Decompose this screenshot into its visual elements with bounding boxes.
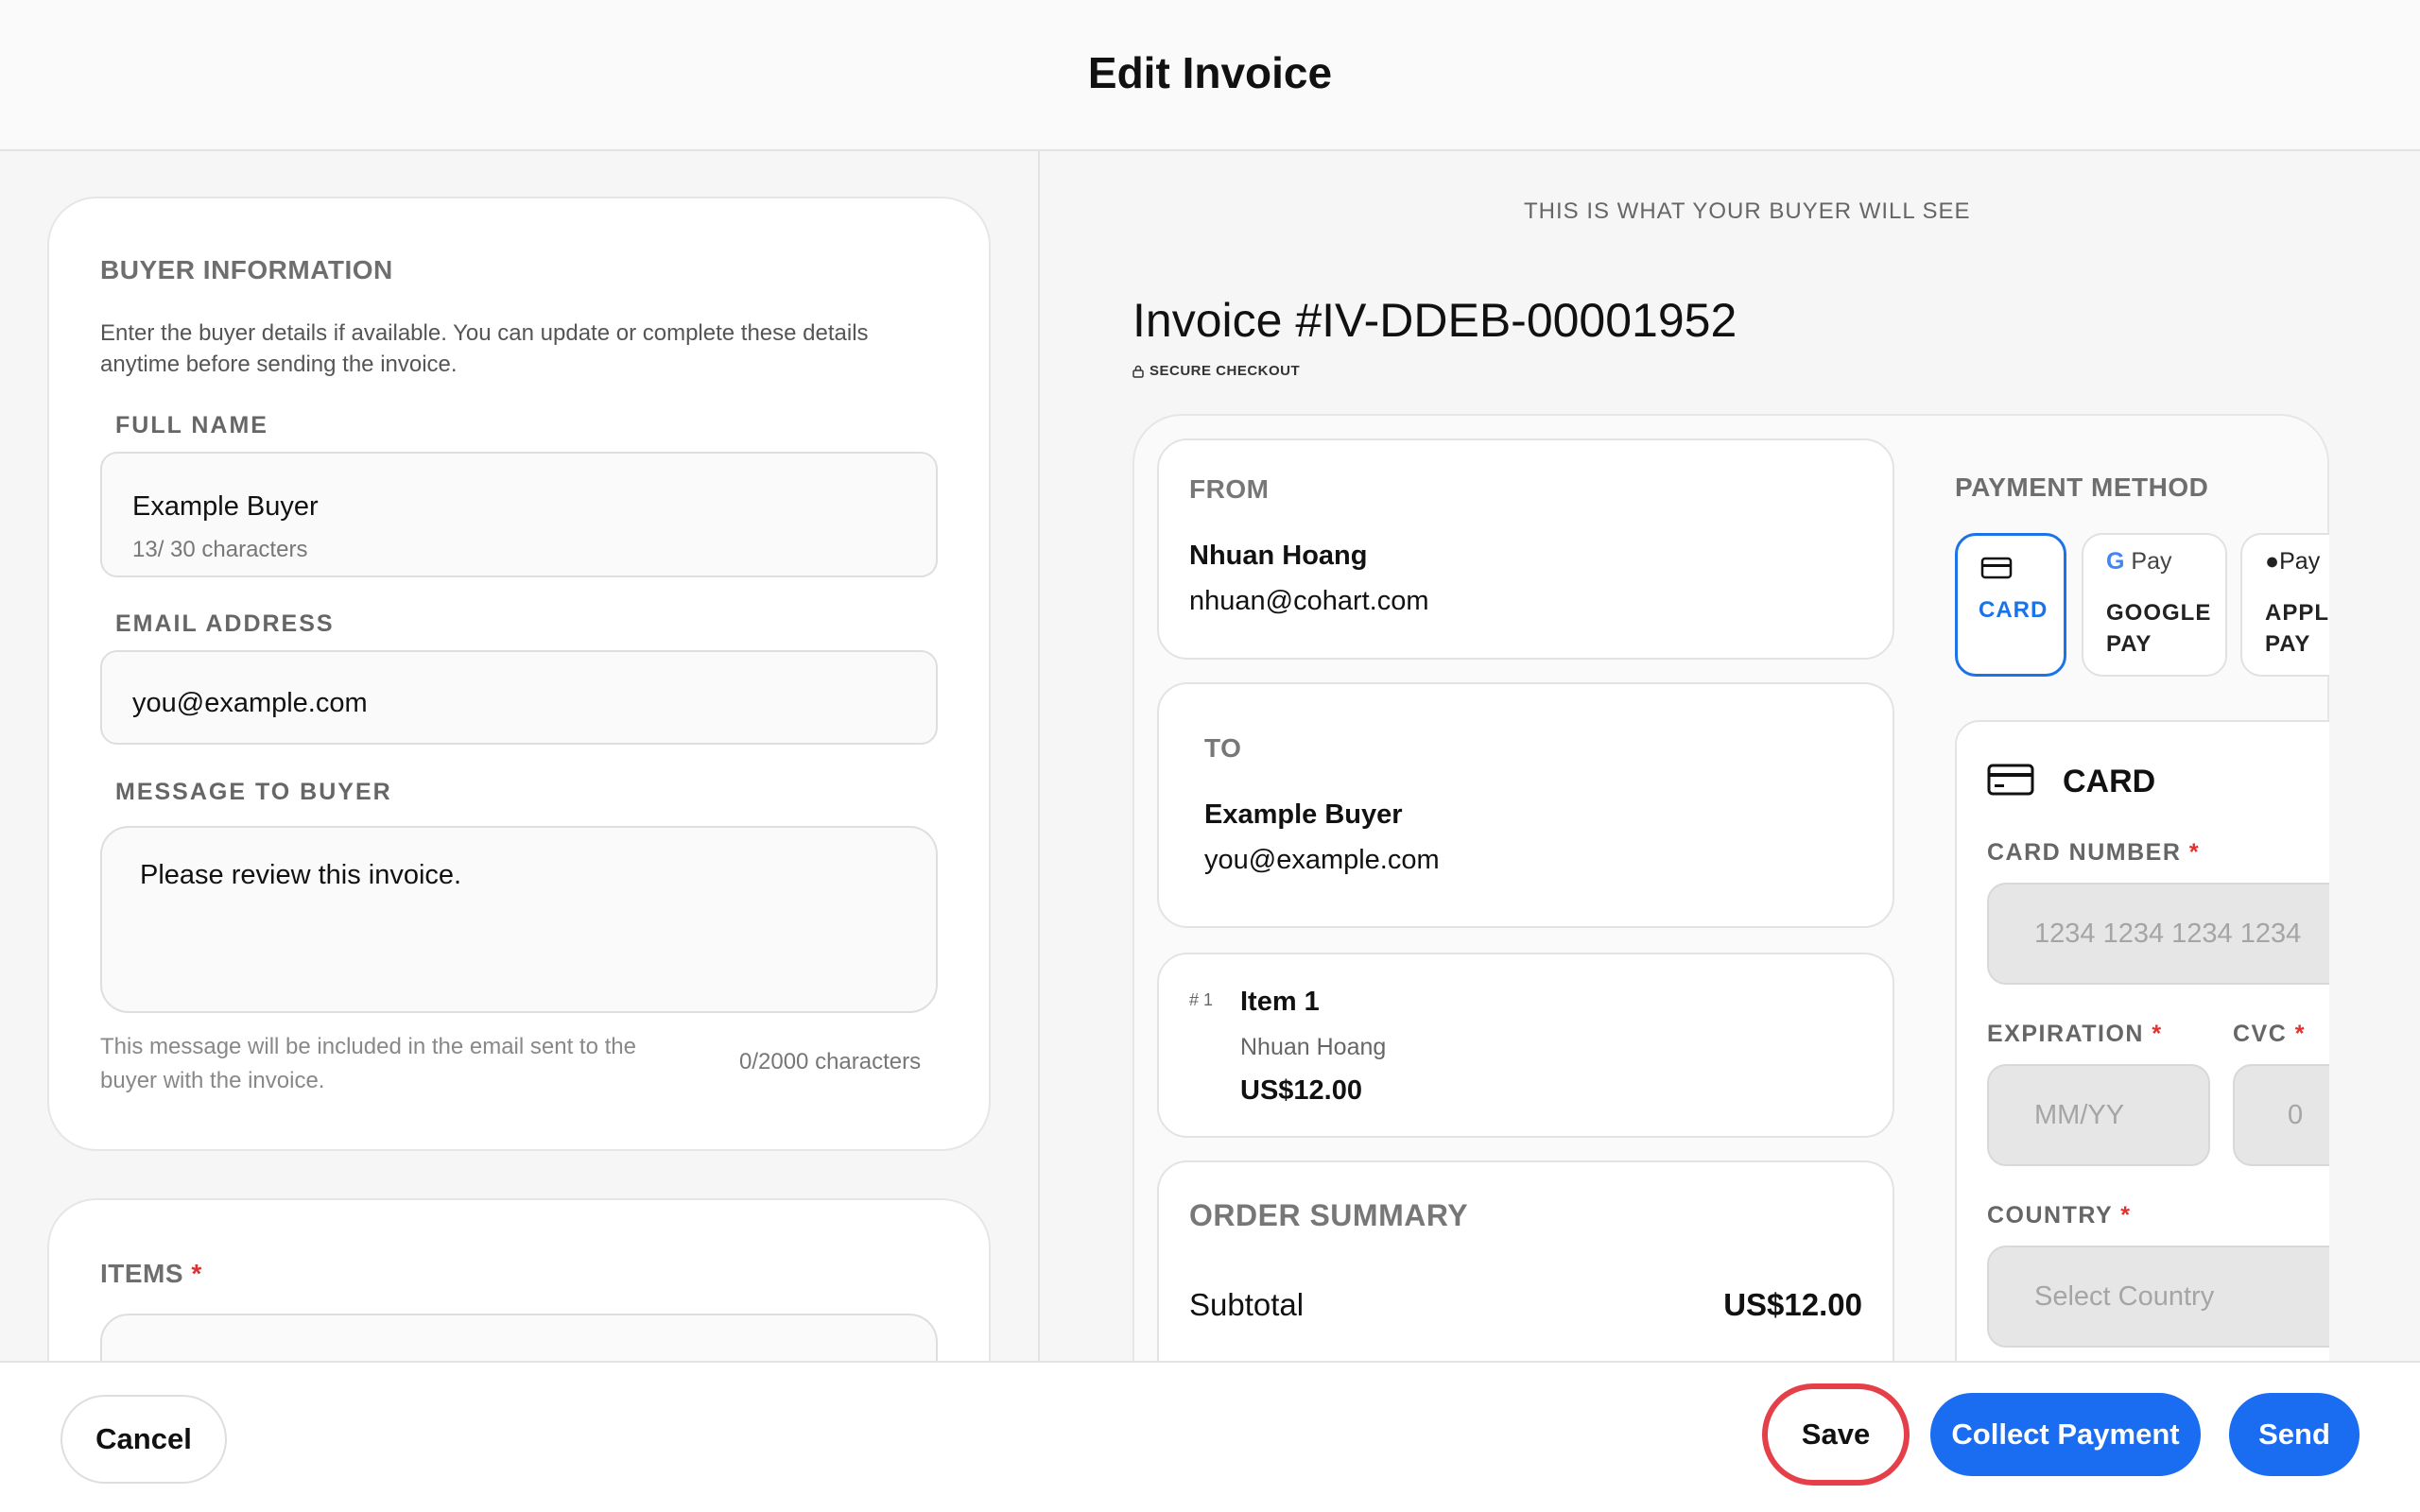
collect-payment-button[interactable]: Collect Payment	[1930, 1393, 2201, 1476]
card-details-box: CARD CARD NUMBER * 1234 1234 1234 1234 E…	[1955, 720, 2329, 1361]
credit-card-icon	[1980, 557, 2013, 579]
from-title: FROM	[1189, 474, 1270, 504]
preview-caption: THIS IS WHAT YOUR BUYER WILL SEE	[1524, 198, 1971, 224]
item-row-input[interactable]	[100, 1314, 938, 1361]
full-name-input[interactable]: Example Buyer 13/ 30 characters	[100, 452, 938, 577]
message-counter: 0/2000 characters	[739, 1049, 922, 1074]
item-price: US$12.00	[1240, 1075, 1362, 1106]
page-title: Edit Invoice	[1087, 48, 1333, 97]
cancel-button[interactable]: Cancel	[60, 1395, 227, 1484]
full-name-value: Example Buyer	[132, 491, 319, 522]
item-seller: Nhuan Hoang	[1240, 1034, 1387, 1060]
edit-panel: BUYER INFORMATION Enter the buyer detail…	[0, 151, 1038, 1361]
checkout-preview: FROM Nhuan Hoang nhuan@cohart.com TO Exa…	[1132, 414, 2329, 1361]
from-card: FROM Nhuan Hoang nhuan@cohart.com	[1157, 438, 1894, 660]
invoice-title: Invoice #IV-DDEB-00001952	[1132, 294, 1737, 347]
subtotal-label: Subtotal	[1189, 1287, 1305, 1322]
buyer-information-card: BUYER INFORMATION Enter the buyer detail…	[47, 197, 991, 1151]
email-input[interactable]: you@example.com	[100, 650, 938, 745]
from-name: Nhuan Hoang	[1189, 541, 1368, 571]
message-hint: This message will be included in the ema…	[100, 1034, 636, 1093]
card-number-placeholder: 1234 1234 1234 1234	[2034, 919, 2302, 949]
card-number-label: CARD NUMBER *	[1987, 839, 2201, 866]
apple-pay-icon: ●Pay	[2265, 548, 2321, 575]
save-button[interactable]: Save	[1773, 1395, 1898, 1474]
country-label: COUNTRY *	[1987, 1202, 2132, 1228]
to-name: Example Buyer	[1204, 799, 1403, 830]
message-textarea[interactable]: Please review this invoice.	[100, 826, 938, 1013]
card-number-input[interactable]: 1234 1234 1234 1234	[1987, 883, 2329, 985]
expiration-input[interactable]: MM/YY	[1987, 1064, 2210, 1166]
payment-method-card[interactable]: CARD	[1955, 533, 2066, 677]
item-name: Item 1	[1240, 987, 1320, 1017]
full-name-counter: 13/ 30 characters	[132, 537, 308, 562]
apple-pay-label: APPLE PAY	[2265, 600, 2329, 657]
payment-method-card-label: CARD	[1979, 597, 2048, 623]
item-card: # 1 Item 1 Nhuan Hoang US$12.00	[1157, 953, 1894, 1138]
country-placeholder: Select Country	[2034, 1281, 2215, 1312]
google-pay-icon: G Pay	[2106, 548, 2172, 575]
message-value: Please review this invoice.	[140, 860, 462, 890]
expiration-label: EXPIRATION *	[1987, 1021, 2163, 1047]
subtotal-value: US$12.00	[1723, 1287, 1862, 1322]
payment-method-title: PAYMENT METHOD	[1955, 472, 2209, 502]
lock-icon	[1132, 365, 1144, 378]
to-email: you@example.com	[1204, 845, 1440, 875]
payment-method-google-pay[interactable]: G Pay GOOGLE PAY	[2082, 533, 2227, 677]
to-title: TO	[1204, 733, 1242, 763]
payment-method-apple-pay[interactable]: ●Pay APPLE PAY	[2240, 533, 2329, 677]
order-summary-title: ORDER SUMMARY	[1189, 1198, 1469, 1232]
email-value: you@example.com	[132, 688, 368, 718]
preview-panel: THIS IS WHAT YOUR BUYER WILL SEE Invoice…	[1038, 151, 2420, 1361]
from-email: nhuan@cohart.com	[1189, 586, 1429, 616]
card-title: CARD	[2063, 764, 2156, 799]
cvc-input[interactable]: 0	[2233, 1064, 2329, 1166]
order-summary-card: ORDER SUMMARY Subtotal US$12.00	[1157, 1160, 1894, 1361]
credit-card-icon	[1987, 764, 2034, 796]
message-label: MESSAGE TO BUYER	[115, 779, 392, 805]
email-label: EMAIL ADDRESS	[115, 610, 335, 637]
buyer-section-title: BUYER INFORMATION	[100, 255, 393, 284]
google-pay-label: GOOGLE PAY	[2106, 600, 2212, 657]
expiration-placeholder: MM/YY	[2034, 1100, 2125, 1130]
to-card: TO Example Buyer you@example.com	[1157, 682, 1894, 928]
full-name-label: FULL NAME	[115, 412, 268, 438]
secure-checkout: SECURE CHECKOUT	[1132, 363, 1300, 379]
items-section-title: ITEMS *	[100, 1259, 202, 1288]
page-header: Edit Invoice	[0, 0, 2420, 151]
country-select[interactable]: Select Country	[1987, 1246, 2329, 1348]
send-button[interactable]: Send	[2229, 1393, 2360, 1476]
items-card: ITEMS *	[47, 1198, 991, 1361]
buyer-description: Enter the buyer details if available. Yo…	[100, 320, 869, 377]
payment-method-column: PAYMENT METHOD CARD G Pay GOOGLE PAY ●Pa…	[1925, 416, 2329, 1361]
item-index: # 1	[1189, 990, 1214, 1009]
footer-action-bar: Cancel Save Collect Payment Send	[0, 1361, 2420, 1512]
cvc-placeholder: 0	[2288, 1100, 2304, 1130]
cvc-label: CVC *	[2233, 1021, 2306, 1047]
